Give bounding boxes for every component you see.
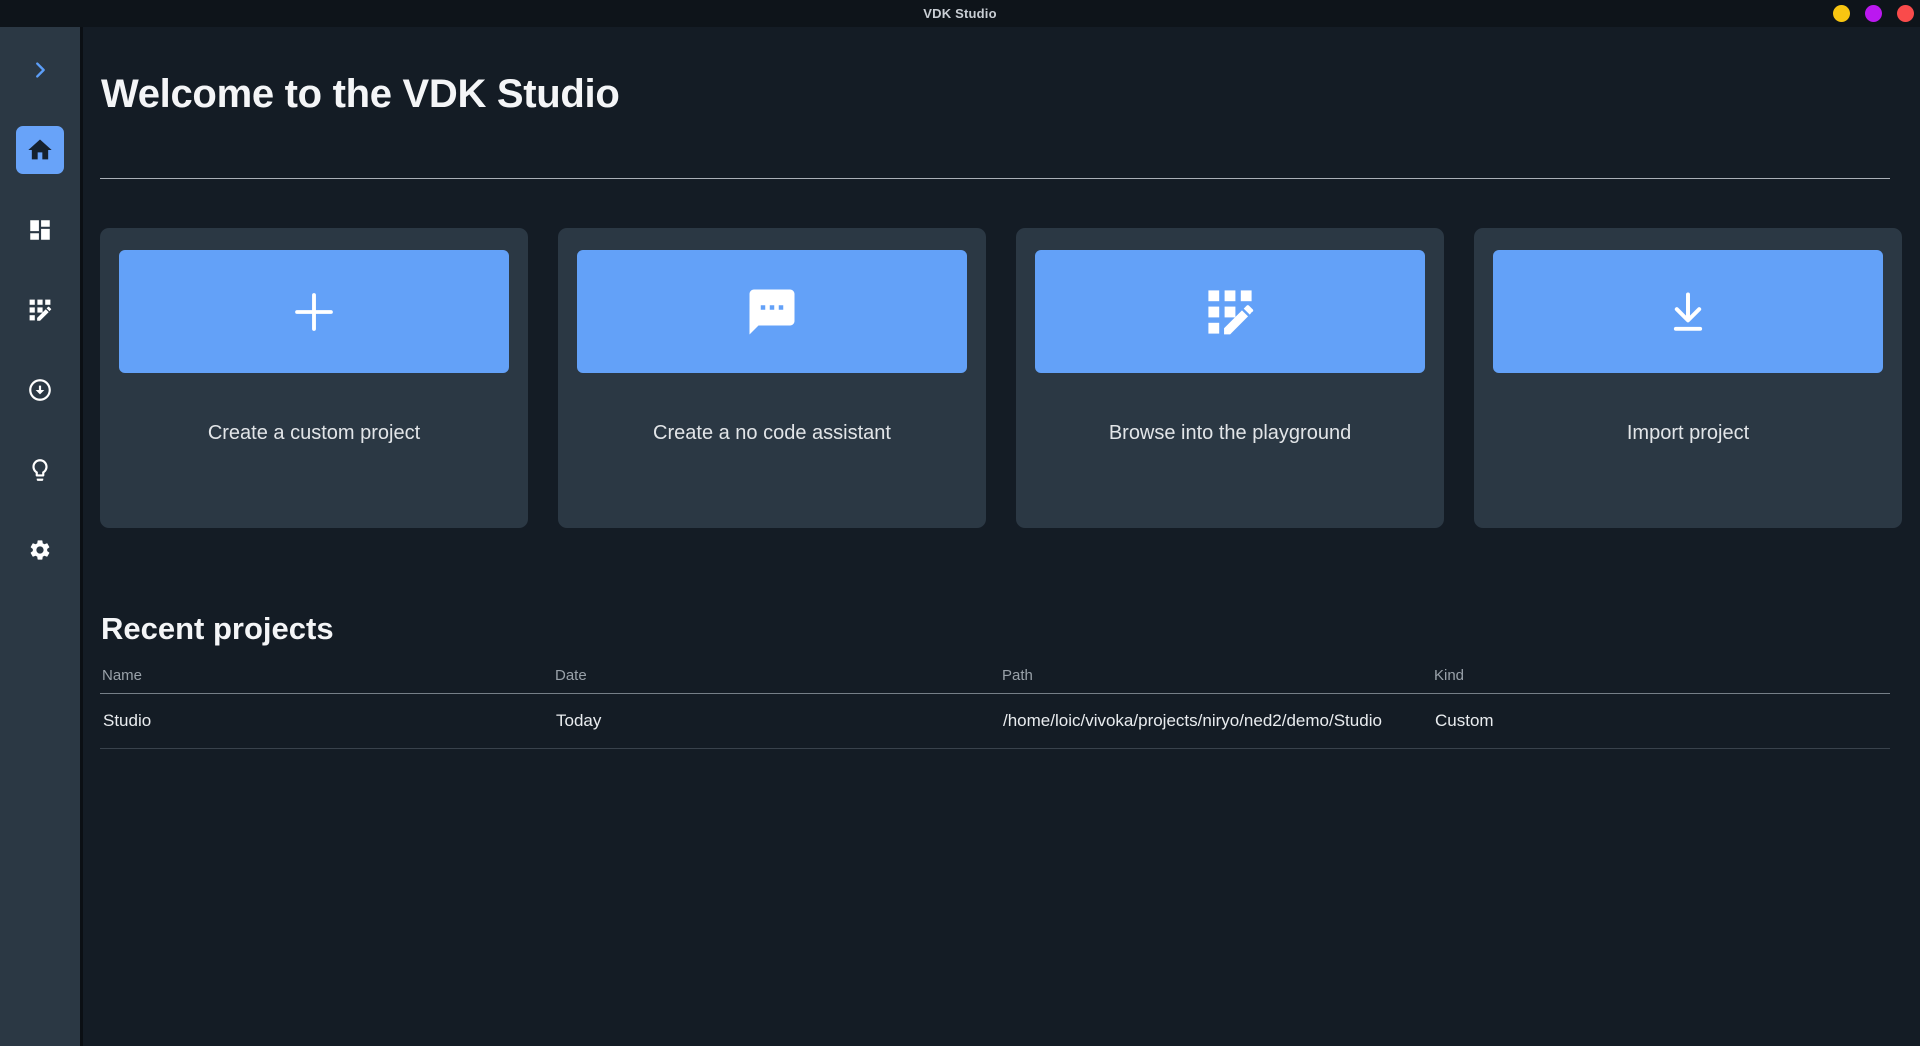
grid-edit-icon: [27, 297, 53, 323]
sidebar-item-home[interactable]: [16, 126, 64, 174]
column-header-name: Name: [100, 662, 553, 694]
project-kind-cell: Custom: [1432, 693, 1890, 749]
card-label: Create a no code assistant: [653, 422, 891, 444]
close-button[interactable]: [1897, 5, 1914, 22]
card-create-custom-project[interactable]: Create a custom project: [100, 228, 528, 528]
window-title: VDK Studio: [923, 6, 997, 21]
recent-projects-title: Recent projects: [101, 611, 334, 646]
column-header-date: Date: [553, 662, 1000, 694]
page-title: Welcome to the VDK Studio: [101, 72, 620, 116]
action-cards: Create a custom project Create a no code…: [100, 228, 1902, 528]
import-project-button[interactable]: [1493, 250, 1883, 373]
sidebar: [0, 27, 83, 1046]
home-icon: [26, 136, 54, 164]
main-content: Welcome to the VDK Studio Create a custo…: [83, 27, 1920, 1046]
create-no-code-assistant-button[interactable]: [577, 250, 967, 373]
card-create-no-code-assistant[interactable]: Create a no code assistant: [558, 228, 986, 528]
lightbulb-icon: [27, 457, 53, 483]
card-label: Import project: [1626, 422, 1750, 444]
sidebar-item-dashboard[interactable]: [0, 206, 80, 254]
project-name-cell: Studio: [100, 693, 553, 749]
plus-icon: [285, 283, 343, 341]
grid-edit-icon: [1203, 285, 1257, 339]
project-date-cell: Today: [553, 693, 1000, 749]
card-label: Create a custom project: [207, 422, 421, 444]
project-path-cell: /home/loic/vivoka/projects/niryo/ned2/de…: [1000, 693, 1432, 749]
window-controls: [1833, 0, 1914, 27]
card-browse-playground[interactable]: Browse into the playground: [1016, 228, 1444, 528]
sidebar-expand-button[interactable]: [0, 46, 80, 94]
sidebar-item-ideas[interactable]: [0, 446, 80, 494]
create-custom-project-button[interactable]: [119, 250, 509, 373]
card-label: Browse into the playground: [1108, 422, 1352, 444]
titlebar: VDK Studio: [0, 0, 1920, 27]
card-import-project[interactable]: Import project: [1474, 228, 1902, 528]
minimize-button[interactable]: [1833, 5, 1850, 22]
gear-icon: [28, 538, 52, 562]
chat-icon: [745, 285, 799, 339]
sidebar-item-playground[interactable]: [0, 286, 80, 334]
column-header-kind: Kind: [1432, 662, 1890, 694]
table-header-row: Name Date Path Kind: [100, 662, 1890, 694]
arrow-circle-down-icon: [27, 377, 53, 403]
table-row[interactable]: Studio Today /home/loic/vivoka/projects/…: [100, 693, 1890, 749]
sidebar-item-downloads[interactable]: [0, 366, 80, 414]
column-header-path: Path: [1000, 662, 1432, 694]
sidebar-item-settings[interactable]: [0, 526, 80, 574]
dashboard-icon: [27, 217, 53, 243]
download-icon: [1660, 284, 1716, 340]
browse-playground-button[interactable]: [1035, 250, 1425, 373]
recent-projects-table: Name Date Path Kind Studio Today /home/l…: [100, 662, 1890, 749]
maximize-button[interactable]: [1865, 5, 1882, 22]
chevron-right-icon: [29, 59, 51, 81]
heading-divider: [100, 178, 1890, 179]
